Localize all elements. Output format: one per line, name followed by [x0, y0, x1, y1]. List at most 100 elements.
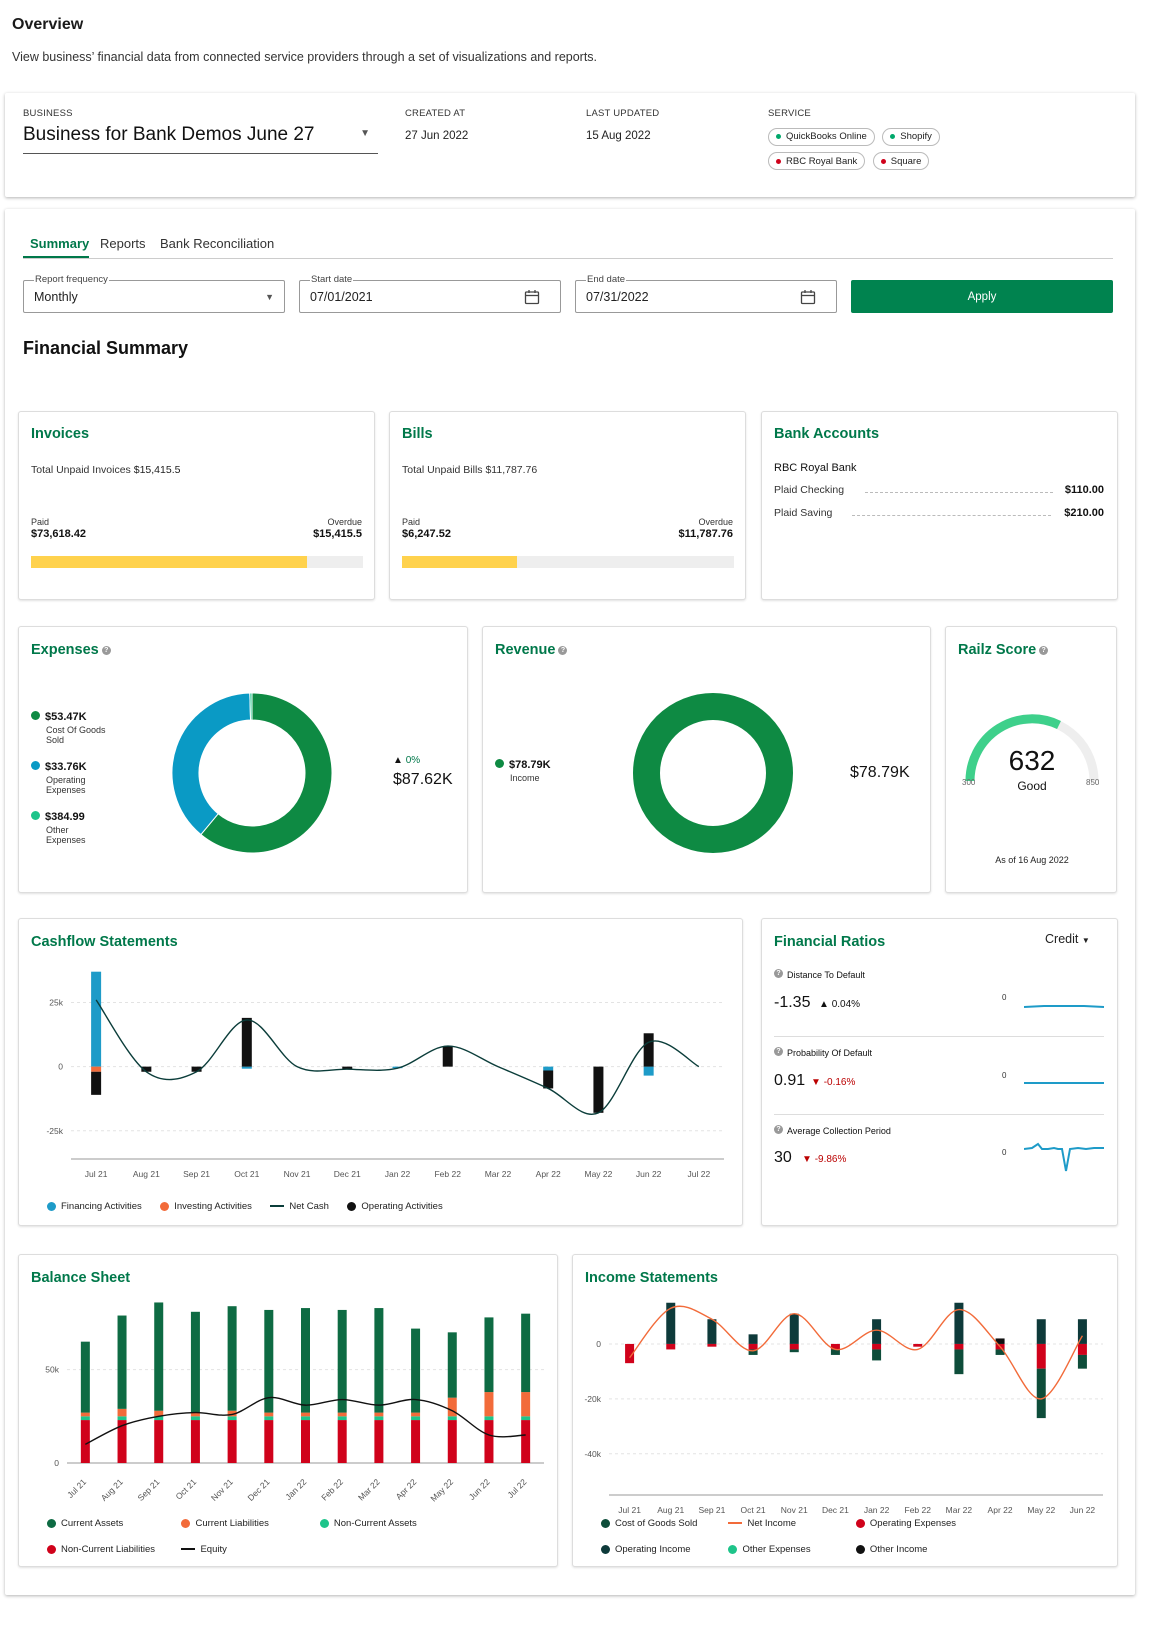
- x-tick-label: Jul 22: [505, 1477, 528, 1500]
- bar-segment: [593, 1066, 604, 1113]
- legend-item[interactable]: Non-Current Assets: [319, 1518, 417, 1529]
- x-tick-label: Jul 22: [688, 1169, 711, 1179]
- legend-item[interactable]: Financing Activities: [47, 1201, 142, 1212]
- help-icon[interactable]: ?: [774, 1125, 783, 1135]
- financial-ratios-card: Financial Ratios Credit ▼ ? Distance To D…: [761, 918, 1118, 1226]
- service-chip[interactable]: Shopify: [882, 127, 940, 146]
- expenses-title: Expenses?: [31, 642, 111, 658]
- bar-segment: [117, 1315, 127, 1409]
- legend-item[interactable]: Equity: [181, 1544, 227, 1555]
- legend-dot-icon: [47, 1544, 56, 1554]
- x-tick-label: Jan 22: [283, 1477, 308, 1502]
- calendar-icon[interactable]: [800, 289, 816, 305]
- legend-item[interactable]: Operating Expenses: [855, 1518, 956, 1529]
- bills-paid-value: $6,247.52: [402, 528, 451, 540]
- service-chip[interactable]: Square: [872, 152, 930, 170]
- business-select[interactable]: Business for Bank Demos June 27 ▼: [23, 124, 378, 154]
- legend-item[interactable]: Cost of Goods Sold: [601, 1518, 724, 1529]
- calendar-icon[interactable]: [524, 289, 540, 305]
- help-icon[interactable]: ?: [1039, 645, 1049, 655]
- legend-item[interactable]: Investing Activities: [160, 1201, 252, 1212]
- x-tick-label: Sep 21: [183, 1169, 210, 1179]
- legend-item[interactable]: Current Liabilities: [181, 1518, 315, 1529]
- updated-value: 15 Aug 2022: [586, 130, 651, 142]
- legend-item[interactable]: Net Income: [728, 1518, 851, 1529]
- created-label: CREATED AT: [405, 108, 466, 119]
- service-chip[interactable]: RBC Royal Bank: [768, 152, 866, 170]
- legend-dot-icon: [601, 1518, 610, 1528]
- legend-dot-icon: [601, 1544, 610, 1554]
- bar-segment: [521, 1416, 531, 1421]
- bar-segment: [442, 1046, 453, 1067]
- bar-segment: [1077, 1354, 1087, 1369]
- report-frequency-select[interactable]: Report frequency Monthly ▼: [23, 274, 285, 313]
- x-tick-label: Aug 21: [133, 1169, 160, 1179]
- expenses-legend-item: $53.47K Cost Of Goods Sold: [31, 707, 106, 745]
- x-tick-label: Nov 21: [209, 1477, 235, 1503]
- invoices-total: Total Unpaid Invoices $15,415.5: [31, 464, 181, 476]
- help-icon[interactable]: ?: [774, 969, 783, 979]
- bar-segment: [91, 971, 102, 1067]
- cashflow-title: Cashflow Statements: [31, 934, 178, 950]
- legend-item[interactable]: Other Expenses: [728, 1544, 851, 1555]
- bar-segment: [91, 1066, 102, 1072]
- apply-button[interactable]: Apply: [851, 280, 1113, 313]
- expenses-change: ▲ 0%: [393, 755, 421, 766]
- invoices-paid-label: Paid: [31, 517, 50, 527]
- service-chip[interactable]: QuickBooks Online: [768, 127, 875, 146]
- bar-segment: [913, 1343, 923, 1347]
- legend-item[interactable]: Non-Current Liabilities: [47, 1544, 177, 1555]
- bills-card: Bills Total Unpaid Bills $11,787.76 Paid…: [389, 411, 746, 600]
- bar-segment: [154, 1420, 164, 1463]
- end-date-field[interactable]: End date 07/31/2022: [575, 274, 837, 313]
- income-statements-legend: Cost of Goods Sold Net Income Operating …: [601, 1513, 956, 1557]
- service-label: SERVICE: [768, 108, 811, 119]
- chevron-down-icon: ▼: [360, 128, 370, 139]
- income-statements-title: Income Statements: [585, 1270, 718, 1286]
- legend-dot-icon: [495, 759, 504, 769]
- legend-item[interactable]: Other Income: [855, 1544, 927, 1555]
- invoices-paid-value: $73,618.42: [31, 528, 87, 540]
- legend-item[interactable]: Operating Income: [601, 1544, 724, 1555]
- expenses-legend: $53.47K Cost Of Goods Sold $33.76K Opera…: [31, 707, 106, 845]
- tab-reports[interactable]: Reports: [100, 236, 146, 251]
- x-tick-label: Jun 22: [1070, 1505, 1096, 1515]
- tab-bank-reconciliation[interactable]: Bank Reconciliation: [160, 236, 274, 251]
- end-date-value: 07/31/2022: [586, 290, 649, 304]
- expenses-legend-item: $33.76K Operating Expenses: [31, 757, 106, 795]
- ratio-type-select[interactable]: Credit ▼: [1045, 932, 1090, 946]
- help-icon[interactable]: ?: [774, 1047, 783, 1057]
- legend-dot-icon: [855, 1544, 865, 1554]
- balance-sheet-legend: Current Assets Current Liabilities Non-C…: [47, 1513, 417, 1557]
- revenue-total: $78.79K: [850, 764, 910, 781]
- bills-overdue-value: $11,787.76: [678, 528, 733, 540]
- bar-segment: [707, 1319, 717, 1344]
- tab-summary[interactable]: Summary: [30, 236, 89, 251]
- bar-segment: [789, 1343, 799, 1350]
- arrow-up-icon: ▲: [819, 999, 829, 1010]
- bar-segment: [447, 1397, 457, 1417]
- revenue-legend-item: $78.79K Income: [495, 755, 551, 783]
- bar-segment: [411, 1420, 421, 1463]
- caret-down-icon: ▼: [1081, 936, 1090, 945]
- ratio-change: ▼ -0.16%: [811, 1077, 856, 1088]
- legend-item[interactable]: Net Cash: [270, 1201, 329, 1212]
- bar-segment: [411, 1412, 421, 1417]
- bar-segment: [374, 1416, 384, 1421]
- bar-segment: [707, 1343, 717, 1347]
- legend-item[interactable]: Current Assets: [47, 1518, 177, 1529]
- start-date-field[interactable]: Start date 07/01/2021: [299, 274, 561, 313]
- bar-segment: [117, 1408, 127, 1417]
- railz-score-card: Railz Score? 632 Good 300 850 As of 16 A…: [945, 626, 1117, 893]
- legend-dot-icon: [181, 1518, 191, 1528]
- x-tick-label: Jan 22: [385, 1169, 411, 1179]
- help-icon[interactable]: ?: [101, 645, 111, 655]
- bar-segment: [241, 1017, 252, 1067]
- legend-item[interactable]: Operating Activities: [347, 1201, 443, 1212]
- help-icon[interactable]: ?: [558, 645, 568, 655]
- divider: [774, 1114, 1104, 1115]
- end-date-label: End date: [586, 274, 627, 285]
- invoices-progress-bar: [31, 556, 363, 568]
- x-tick-label: Jul 21: [85, 1169, 108, 1179]
- revenue-title: Revenue?: [495, 642, 568, 658]
